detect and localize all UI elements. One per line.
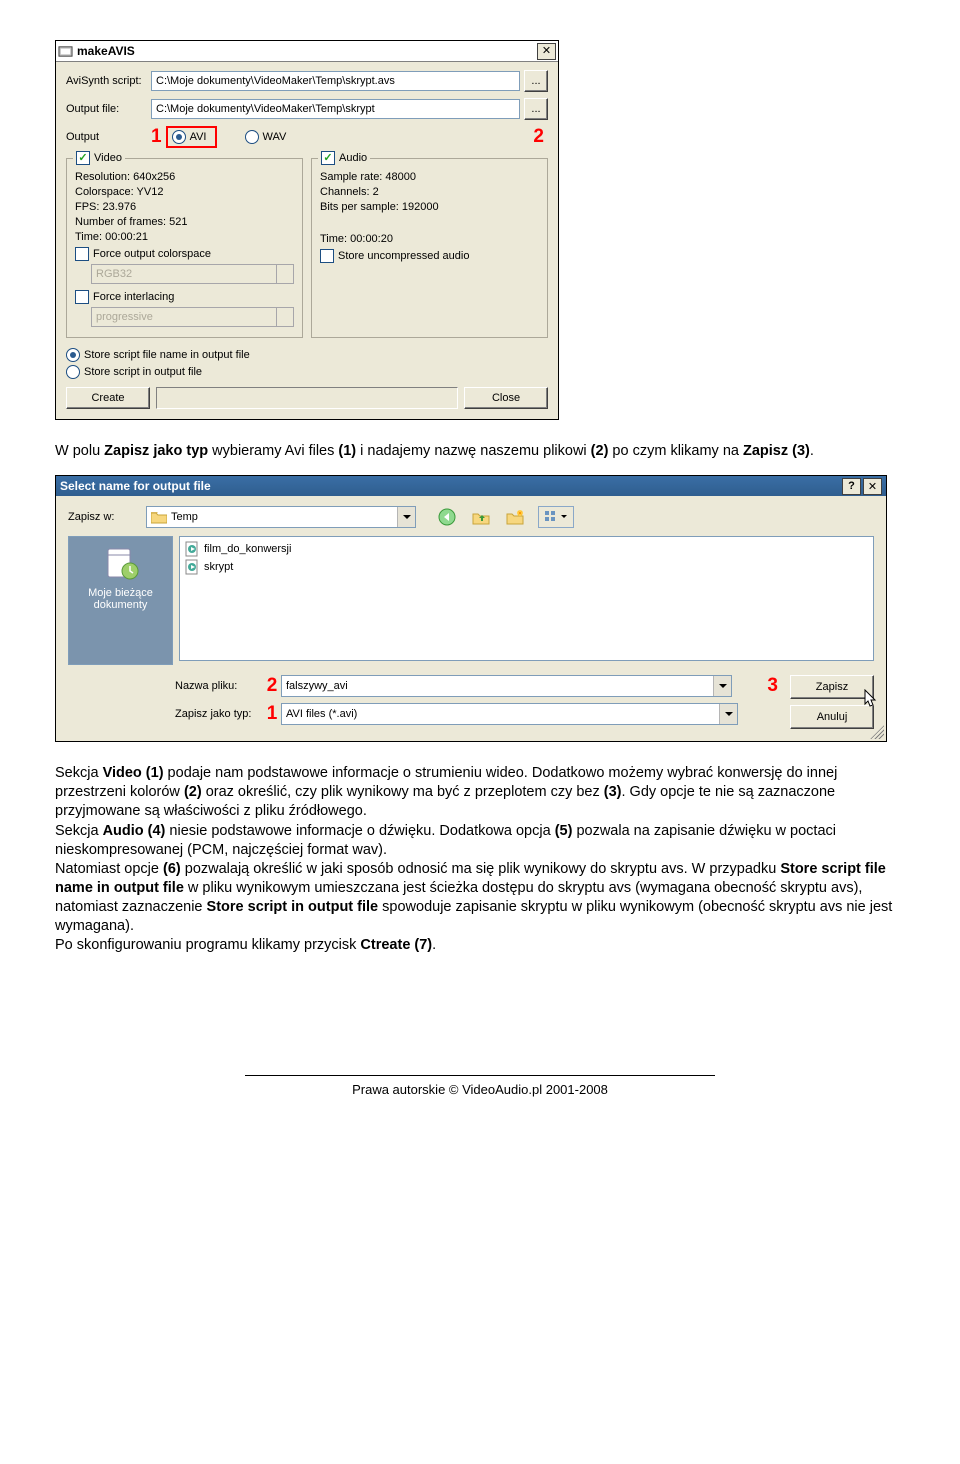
audio-channels: Channels: 2 [320,186,539,198]
output-file-label: Output file: [66,103,151,115]
annotation-highlight: AVI [166,126,217,148]
media-file-icon [184,541,200,557]
filename-input[interactable]: falszywy_avi [281,675,732,697]
cancel-button[interactable]: Anuluj [790,705,874,729]
video-colorspace: Colorspace: YV12 [75,186,294,198]
audio-legend: Audio [339,152,367,164]
video-resolution: Resolution: 640x256 [75,171,294,183]
save-in-label: Zapisz w: [68,511,146,523]
paragraph-1: W polu Zapisz jako typ wybieramy Avi fil… [55,442,905,461]
filename-label: Nazwa pliku: [175,680,263,692]
view-menu-icon[interactable] [538,506,574,528]
savetype-combo[interactable]: AVI files (*.avi) [281,703,738,725]
store-uncompressed-check[interactable] [320,249,334,263]
save-titlebar: Select name for output file ? ✕ [56,476,886,496]
list-item[interactable]: film_do_konwersji [184,541,869,557]
force-interlacing-label: Force interlacing [93,291,174,303]
avi-label: AVI [190,131,207,143]
annotation-marker-1: 1 [263,703,281,725]
save-dialog-window: Select name for output file ? ✕ Zapisz w… [55,475,887,742]
output-file-input[interactable]: C:\Moje dokumenty\VideoMaker\Temp\skrypt [151,99,520,119]
places-label: Moje bieżące dokumenty [73,587,168,611]
annotation-marker-2: 2 [533,126,544,148]
resize-grip-icon[interactable] [870,725,884,739]
paragraph-2: Sekcja Video (1) podaje nam podstawowe i… [55,764,905,955]
store-script-label: Store script in output file [84,366,202,378]
chevron-down-icon[interactable] [397,507,415,527]
media-file-icon [184,559,200,575]
annotation-marker-2: 2 [263,675,281,697]
help-icon[interactable]: ? [842,478,861,495]
video-fps: FPS: 23.976 [75,201,294,213]
close-button[interactable]: Close [464,387,548,409]
audio-enable-check[interactable] [321,151,335,165]
store-script-radio[interactable] [66,365,80,379]
savetype-label: Zapisz jako typ: [175,708,263,720]
app-icon [58,44,73,59]
output-format-label: Output [66,131,151,143]
create-button[interactable]: Create [66,387,150,409]
video-frames: Number of frames: 521 [75,216,294,228]
store-name-radio[interactable] [66,348,80,362]
close-icon[interactable]: ✕ [537,43,556,60]
file-list[interactable]: film_do_konwersji skrypt [179,536,874,661]
status-sunken [156,387,458,409]
new-folder-icon[interactable] [504,507,526,527]
back-icon[interactable] [436,507,458,527]
colorspace-combo[interactable]: RGB32 [91,264,294,284]
close-icon[interactable]: ✕ [863,478,882,495]
save-button[interactable]: Zapisz [790,675,874,699]
folder-icon [151,510,167,524]
force-colorspace-label: Force output colorspace [93,248,211,260]
save-title: Select name for output file [60,479,840,493]
audio-sample: Sample rate: 48000 [320,171,539,183]
annotation-marker-1: 1 [151,126,162,148]
wav-radio[interactable] [245,130,259,144]
video-legend: Video [94,152,122,164]
force-colorspace-check[interactable] [75,247,89,261]
audio-group: Audio Sample rate: 48000 Channels: 2 Bit… [311,158,548,338]
audio-time: Time: 00:00:20 [320,233,539,245]
save-in-value: Temp [171,511,198,523]
chevron-down-icon[interactable] [713,676,731,696]
save-in-combo[interactable]: Temp [146,506,416,528]
store-uncompressed-label: Store uncompressed audio [338,250,469,262]
makeavis-window: makeAVIS ✕ AviSynth script: C:\Moje doku… [55,40,559,420]
wav-label: WAV [263,131,287,143]
list-item[interactable]: skrypt [184,559,869,575]
up-folder-icon[interactable] [470,507,492,527]
interlacing-combo[interactable]: progressive [91,307,294,327]
video-time: Time: 00:00:21 [75,231,294,243]
titlebar: makeAVIS ✕ [56,41,558,62]
recent-docs-icon [102,545,140,583]
force-interlacing-check[interactable] [75,290,89,304]
avisynth-script-label: AviSynth script: [66,75,151,87]
audio-bits: Bits per sample: 192000 [320,201,539,213]
store-name-label: Store script file name in output file [84,349,250,361]
chevron-down-icon[interactable] [719,704,737,724]
video-enable-check[interactable] [76,151,90,165]
avisynth-script-input[interactable]: C:\Moje dokumenty\VideoMaker\Temp\skrypt… [151,71,520,91]
video-group: Video Resolution: 640x256 Colorspace: YV… [66,158,303,338]
footer-copyright: Prawa autorskie © VideoAudio.pl 2001-200… [245,1075,715,1097]
browse-script-button[interactable]: ... [524,70,548,92]
browse-output-button[interactable]: ... [524,98,548,120]
avi-radio[interactable] [172,130,186,144]
annotation-marker-3: 3 [732,675,784,697]
places-bar[interactable]: Moje bieżące dokumenty [68,536,173,665]
window-title: makeAVIS [77,44,535,58]
cursor-icon [864,689,880,709]
